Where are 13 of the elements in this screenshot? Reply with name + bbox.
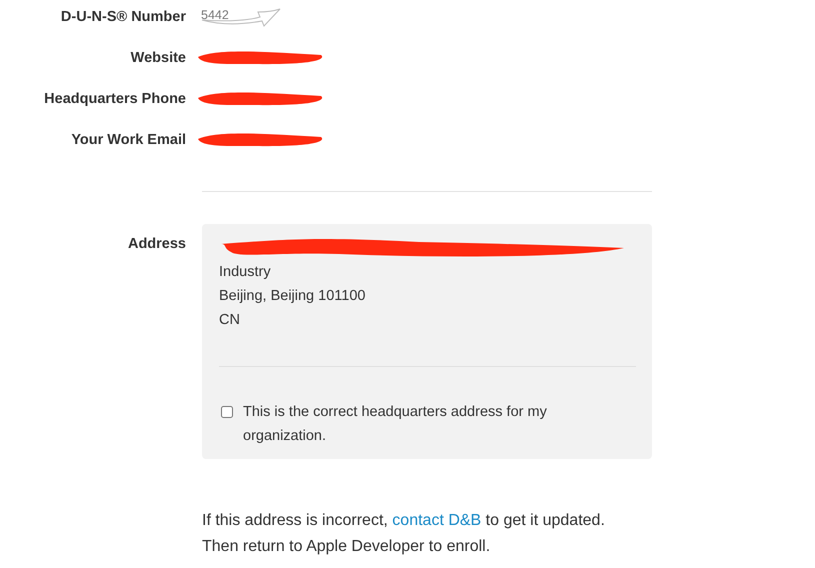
field-label: D-U-N-S® Number — [60, 9, 186, 25]
address-line: Industry — [219, 263, 272, 282]
field-label: Your Work Email — [70, 132, 186, 148]
checkbox-label: This is the correct headquarters address for my organization. — [243, 403, 548, 446]
confirm-checkbox[interactable] — [221, 406, 233, 418]
address-line: Beijing, Beijing 101100 — [219, 287, 366, 306]
address-line: CN — [219, 311, 241, 330]
contact-link[interactable]: contact D&B — [392, 512, 482, 529]
field-label: Headquarters Phone — [43, 91, 186, 107]
field-value: 5442 — [201, 8, 229, 22]
address-label: Address — [126, 235, 186, 254]
note-text: If this address is incorrect, contact D&B to get it updated. Then return to Apple Developer to enroll. — [202, 511, 606, 557]
field-label: Website — [130, 50, 186, 66]
